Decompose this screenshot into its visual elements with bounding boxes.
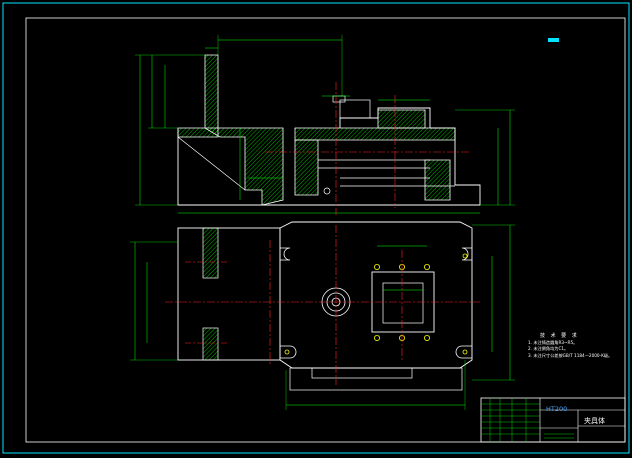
square-window-inner <box>382 282 424 324</box>
locator-pin <box>323 187 331 195</box>
left-upright-plan-top <box>202 227 219 279</box>
plan-view <box>130 221 515 410</box>
lower-rail-plan <box>289 367 463 391</box>
technical-note-3: 3. 未注尺寸公差按GB/T 1184—2000-K级。 <box>528 352 613 358</box>
center-boss-section <box>294 139 319 196</box>
threaded-hole-4 <box>373 334 380 341</box>
outer-sheet-border <box>2 2 630 454</box>
threaded-hole-9 <box>284 349 290 355</box>
cad-drawing-sheet <box>2 2 630 454</box>
title-block-part-name: 夹具体 <box>584 417 605 425</box>
technical-notes-title: 技 术 要 求 <box>540 333 579 339</box>
front-section-view <box>135 35 515 215</box>
technical-notes: 技 术 要 求 1. 未注铸造圆角R3~R5。 2. 未注倒角均为C1。 3. … <box>528 333 628 359</box>
scale-badge-icon <box>548 38 559 42</box>
u-slot-top-right <box>461 247 472 261</box>
lower-step-plan <box>311 367 413 379</box>
slope-line <box>177 136 246 191</box>
u-slot-bottom-right <box>455 345 472 359</box>
threaded-hole-3 <box>423 263 430 270</box>
base-flange-section <box>177 127 219 138</box>
top-rib-section <box>377 109 426 129</box>
u-slot-bottom-left <box>280 345 297 359</box>
screw-head <box>332 95 346 103</box>
threaded-hole-1 <box>373 263 380 270</box>
u-slot-top-left <box>280 247 291 261</box>
left-base-plate <box>177 227 281 361</box>
inner-drawing-frame <box>25 17 626 443</box>
slide-section <box>294 127 456 141</box>
right-block-section <box>424 159 451 201</box>
threaded-hole-6 <box>423 334 430 341</box>
left-upright-plan-bottom <box>202 327 219 361</box>
threaded-hole-8 <box>462 349 468 355</box>
main-body-plan <box>279 221 473 369</box>
threaded-hole-7 <box>462 253 468 259</box>
title-block-material: HT200 <box>546 405 568 413</box>
clamp-block <box>339 99 371 119</box>
